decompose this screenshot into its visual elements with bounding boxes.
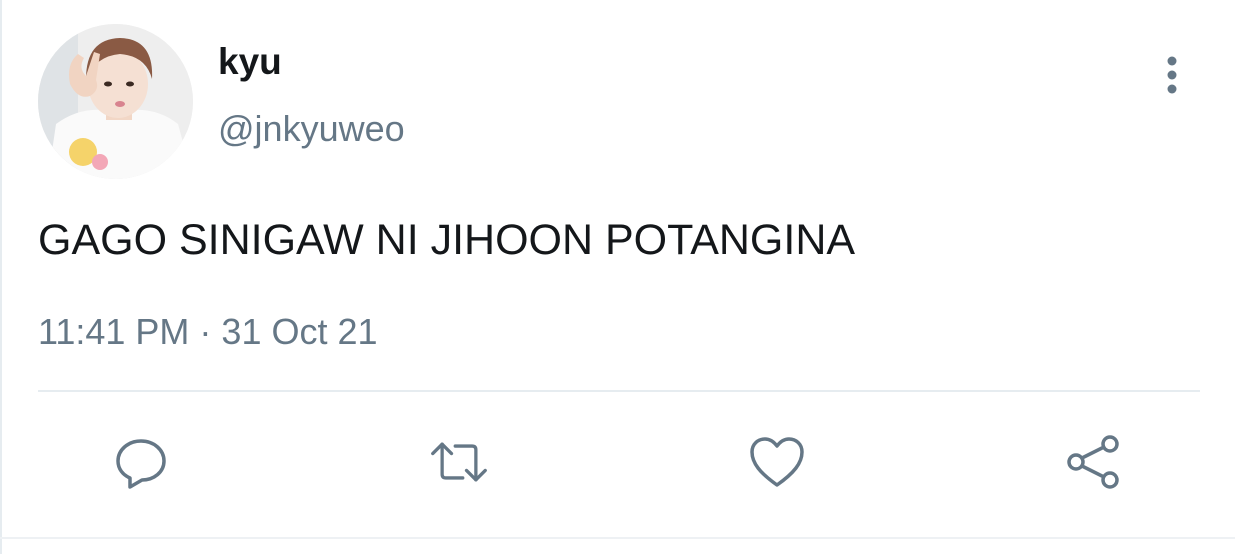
retweet-button[interactable] xyxy=(429,432,489,492)
heart-icon xyxy=(750,437,804,487)
tweet-time[interactable]: 11:41 PM xyxy=(38,311,189,352)
avatar[interactable] xyxy=(38,24,193,179)
more-vertical-icon xyxy=(1167,56,1177,94)
reply-icon xyxy=(116,439,166,489)
left-border xyxy=(0,0,2,554)
reply-button[interactable] xyxy=(111,432,171,492)
display-name[interactable]: kyu xyxy=(218,40,282,84)
more-options-button[interactable] xyxy=(1150,50,1194,100)
like-button[interactable] xyxy=(747,432,807,492)
tweet-text: GAGO SINIGAW NI JIHOON POTANGINA xyxy=(38,216,856,264)
divider xyxy=(38,390,1200,392)
timestamp-separator: · xyxy=(199,311,212,352)
tweet-timestamp: 11:41 PM · 31 Oct 21 xyxy=(38,310,378,354)
user-handle[interactable]: @jnkyuweo xyxy=(218,107,405,151)
share-icon xyxy=(1067,435,1119,489)
avatar-photo xyxy=(38,24,193,179)
retweet-icon xyxy=(431,442,487,482)
bottom-divider xyxy=(0,537,1235,539)
tweet-date[interactable]: 31 Oct 21 xyxy=(221,311,377,352)
share-button[interactable] xyxy=(1064,432,1124,492)
